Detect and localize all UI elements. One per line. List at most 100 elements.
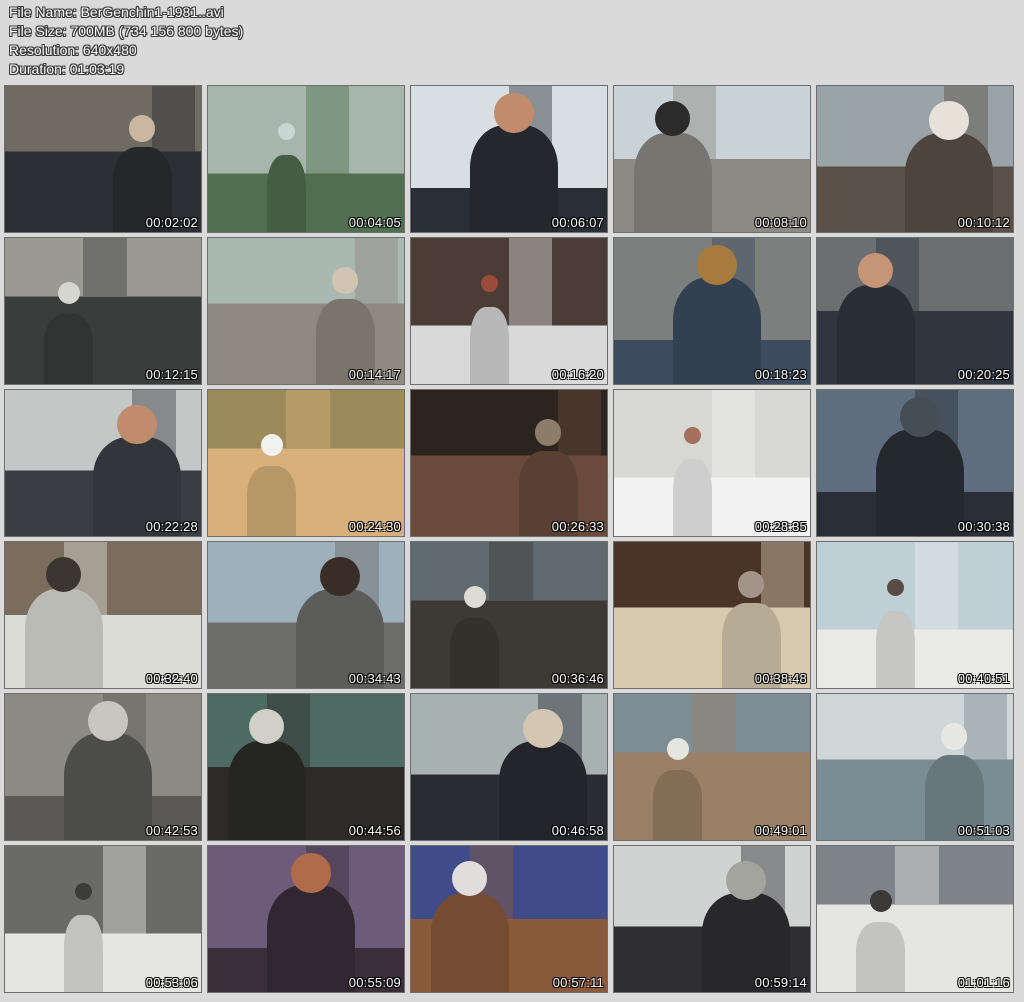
frame-timestamp: 00:55:09: [348, 975, 401, 990]
frame-figure-head-shape: [726, 860, 767, 901]
frame-figure-head-shape: [320, 556, 361, 597]
frame-image: [208, 846, 404, 992]
video-frame-thumbnail: 00:57:11: [410, 845, 608, 993]
file-name-label: File Name: BerGenchin1-1981..avi: [9, 4, 224, 20]
video-frame-thumbnail: 00:49:01: [613, 693, 811, 841]
frame-timestamp: 01:01:16: [957, 975, 1010, 990]
frame-figure-head-shape: [117, 404, 158, 445]
video-frame-thumbnail: 01:01:16: [816, 845, 1014, 993]
frame-figure-shape: [63, 733, 152, 840]
frame-background-shape: [712, 390, 756, 478]
frame-timestamp: 00:18:23: [754, 367, 807, 382]
frame-figure-head-shape: [480, 274, 499, 293]
video-frame-thumbnail: 00:02:02: [4, 85, 202, 233]
video-frame-thumbnail: 00:51:03: [816, 693, 1014, 841]
frame-figure-shape: [653, 769, 703, 840]
file-size-label: File Size: 700MB (734 156 800 bytes): [9, 23, 244, 39]
video-frame-thumbnail: 00:14:17: [207, 237, 405, 385]
frame-timestamp: 00:08:10: [754, 215, 807, 230]
frame-background-shape: [152, 86, 196, 152]
frame-timestamp: 00:10:12: [957, 215, 1010, 230]
video-frame-thumbnail: 00:26:33: [410, 389, 608, 537]
video-frame-thumbnail: 00:12:15: [4, 237, 202, 385]
frame-figure-shape: [247, 465, 297, 536]
frame-background-shape: [103, 846, 147, 934]
video-frame-thumbnail: 00:24:30: [207, 389, 405, 537]
frame-image: [208, 238, 404, 384]
frame-timestamp: 00:32:40: [145, 671, 198, 686]
frame-timestamp: 00:12:15: [145, 367, 198, 382]
frame-timestamp: 00:28:35: [754, 519, 807, 534]
frame-image: [411, 390, 607, 536]
frame-timestamp: 00:53:06: [145, 975, 198, 990]
frame-background-shape: [895, 846, 939, 905]
frame-figure-shape: [44, 313, 94, 384]
frame-image: [5, 542, 201, 688]
frame-figure-shape: [633, 132, 712, 232]
frame-image: [208, 542, 404, 688]
frame-timestamp: 00:36:46: [551, 671, 604, 686]
frame-figure-shape: [266, 154, 306, 232]
frame-figure-head-shape: [697, 245, 737, 285]
frame-timestamp: 00:38:48: [754, 671, 807, 686]
frame-timestamp: 00:06:07: [551, 215, 604, 230]
video-frame-thumbnail: 00:36:46: [410, 541, 608, 689]
frame-figure-head-shape: [452, 860, 488, 896]
frame-timestamp: 00:30:38: [957, 519, 1010, 534]
frame-timestamp: 00:26:33: [551, 519, 604, 534]
frame-image: [5, 694, 201, 840]
frame-image: [411, 238, 607, 384]
video-frame-thumbnail: 00:42:53: [4, 693, 202, 841]
frame-figure-shape: [856, 921, 906, 992]
frame-figure-shape: [672, 458, 712, 536]
frame-figure-head-shape: [74, 882, 93, 901]
video-frame-thumbnail: 00:59:14: [613, 845, 811, 993]
frame-figure-head-shape: [46, 556, 82, 592]
frame-timestamp: 00:24:30: [348, 519, 401, 534]
frame-background-shape: [558, 390, 602, 456]
frame-image: [817, 238, 1013, 384]
frame-image: [817, 86, 1013, 232]
frame-figure-head-shape: [886, 578, 905, 597]
frame-figure-head-shape: [534, 419, 562, 446]
frame-figure-head-shape: [900, 397, 940, 437]
frame-image: [411, 694, 607, 840]
video-frame-thumbnail: 00:16:20: [410, 237, 608, 385]
frame-figure-head-shape: [291, 853, 331, 893]
video-frame-thumbnail: 00:18:23: [613, 237, 811, 385]
frame-image: [5, 238, 201, 384]
frame-figure-head-shape: [277, 122, 296, 141]
frame-timestamp: 00:44:56: [348, 823, 401, 838]
frame-background-shape: [83, 238, 127, 297]
frame-image: [614, 238, 810, 384]
video-frame-thumbnail: 00:10:12: [816, 85, 1014, 233]
frame-image: [614, 694, 810, 840]
frame-image: [817, 542, 1013, 688]
video-frame-thumbnail: 00:08:10: [613, 85, 811, 233]
frame-timestamp: 00:04:05: [348, 215, 401, 230]
frame-background-shape: [306, 86, 350, 174]
frame-timestamp: 00:42:53: [145, 823, 198, 838]
frame-timestamp: 00:22:28: [145, 519, 198, 534]
contact-sheet: File Name: BerGenchin1-1981..avi File Si…: [0, 0, 1024, 1002]
frame-image: [614, 846, 810, 992]
frame-figure-head-shape: [57, 281, 80, 304]
video-frame-thumbnail: 00:28:35: [613, 389, 811, 537]
video-frame-thumbnail: 00:38:48: [613, 541, 811, 689]
frame-background-shape: [286, 390, 330, 449]
video-frame-thumbnail: 00:22:28: [4, 389, 202, 537]
frame-figure-head-shape: [655, 100, 691, 136]
frame-background-shape: [915, 542, 959, 630]
frame-figure-shape: [672, 277, 761, 384]
frame-figure-head-shape: [331, 267, 359, 294]
frame-figure-head-shape: [929, 100, 970, 141]
frame-figure-head-shape: [737, 571, 765, 598]
frame-background-shape: [964, 694, 1008, 760]
frame-timestamp: 00:40:51: [957, 671, 1010, 686]
frame-timestamp: 00:34:43: [348, 671, 401, 686]
frame-image: [614, 390, 810, 536]
frame-figure-head-shape: [249, 708, 285, 744]
frame-image: [817, 694, 1013, 840]
video-frame-thumbnail: 00:30:38: [816, 389, 1014, 537]
frame-figure-head-shape: [869, 889, 892, 912]
